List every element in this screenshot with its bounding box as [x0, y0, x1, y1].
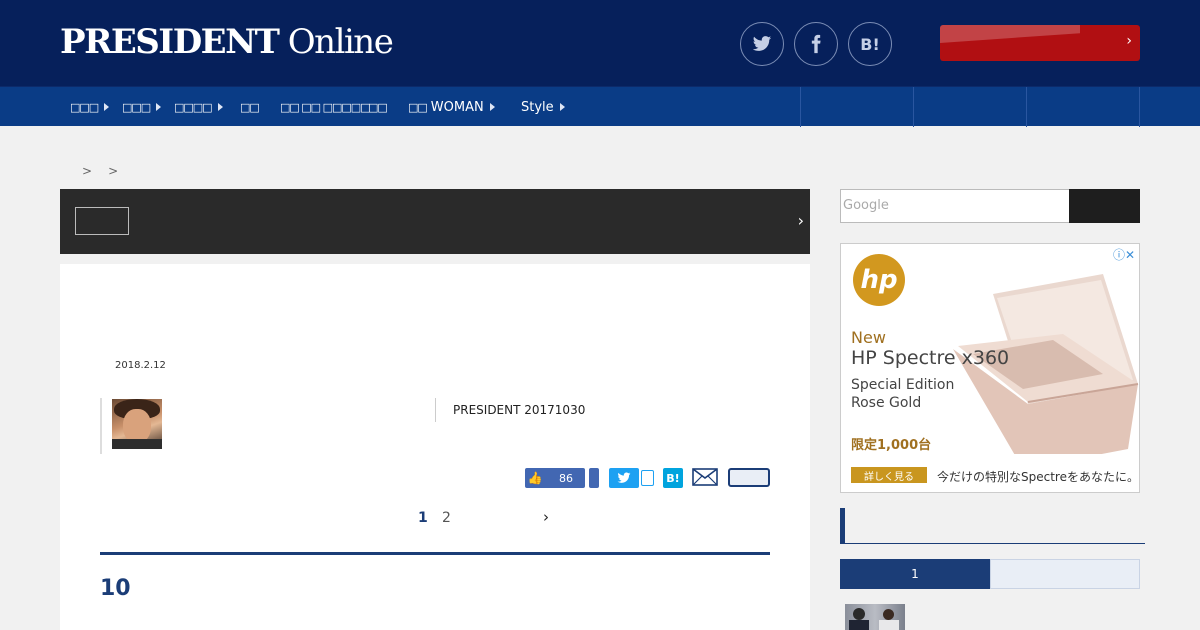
hp-logo: hp	[853, 254, 905, 306]
nav-item-1[interactable]: □□□	[70, 87, 110, 127]
facebook-icon	[811, 34, 821, 54]
page: PRESIDENT Online B! › □□□ □□□ □□□□ □□ □□…	[0, 0, 1200, 630]
ad-edition: Special Edition Rose Gold	[851, 376, 954, 412]
thumb-person-body	[849, 620, 869, 630]
logo-light: Online	[278, 22, 394, 62]
facebook-share-button[interactable]	[589, 468, 599, 488]
breadcrumb-separator: >	[82, 164, 93, 178]
ad-edition-line1: Special Edition	[851, 377, 955, 393]
tweet-count-bubble	[641, 470, 654, 486]
advertisement[interactable]: ⓘ✕ hp New HP Spectre x360 Special Editio…	[840, 243, 1140, 493]
article-card: 2018.2.12 PRESIDENT 20171030 👍 86 B! 1 2…	[60, 264, 810, 630]
thumb-person-body	[879, 620, 899, 630]
section-rule	[100, 552, 770, 555]
nav-item-label: □□□□	[174, 100, 213, 114]
site-logo[interactable]: PRESIDENT Online	[60, 22, 394, 62]
ad-details-button[interactable]: 詳しく見る	[851, 467, 927, 483]
avatar-face	[123, 409, 151, 443]
nav-item-label: □□□	[70, 100, 99, 114]
triangle-right-icon	[489, 103, 495, 111]
nav-utility-1[interactable]	[801, 87, 913, 127]
ranking-thumbnail[interactable]	[845, 604, 905, 630]
nav-item-4[interactable]: □□	[240, 87, 260, 127]
page-1-link[interactable]: 1	[418, 510, 428, 526]
nav-utility-2[interactable]	[914, 87, 1026, 127]
thumb-person-head	[883, 609, 894, 620]
search-input[interactable]: Google	[840, 189, 1070, 223]
nav-item-label: WOMAN	[430, 99, 484, 115]
nav-item-5[interactable]: □□ □□ □□□□□	[280, 87, 371, 127]
like-count: 86	[559, 471, 573, 485]
nav-item-label: □□	[368, 100, 388, 114]
article-source: PRESIDENT 20171030	[453, 403, 586, 417]
ad-limited: 限定1,000台	[851, 438, 932, 453]
ranking-header	[840, 508, 1145, 544]
author-avatar[interactable]	[112, 399, 162, 449]
hatena-bookmark-button[interactable]: B!	[848, 22, 892, 66]
twitter-icon	[752, 36, 772, 51]
nav-item-woman[interactable]: □□ WOMAN	[408, 87, 495, 127]
ranking-tab-1[interactable]: 1	[840, 559, 990, 589]
ad-edition-line2: Rose Gold	[851, 395, 922, 411]
thumb-person-head	[853, 608, 865, 620]
facebook-button[interactable]	[794, 22, 838, 66]
hatena-share-button[interactable]: B!	[663, 468, 683, 488]
ranking-tab-2[interactable]	[990, 559, 1140, 589]
banner-tag	[75, 207, 129, 235]
chevron-right-icon: ›	[797, 211, 804, 230]
page-2-link[interactable]: 2	[442, 510, 451, 526]
triangle-right-icon	[559, 103, 565, 111]
article-date: 2018.2.12	[115, 360, 166, 371]
nav-item-6[interactable]: □□	[368, 87, 388, 127]
nav-item-label: □□	[240, 100, 260, 114]
tweet-button[interactable]	[609, 468, 639, 488]
avatar-shirt	[112, 439, 162, 449]
ad-tagline: 今だけの特別なSpectreをあなたに。	[937, 470, 1139, 484]
triangle-right-icon	[104, 103, 110, 111]
section-number: 10	[100, 576, 131, 601]
nav-item-label: □□□	[122, 100, 151, 114]
email-share-button[interactable]	[692, 468, 718, 488]
mail-icon	[692, 468, 718, 486]
triangle-right-icon	[156, 103, 162, 111]
nav-item-prefix: □□	[408, 100, 428, 114]
breadcrumb: > >	[82, 164, 134, 178]
nav-item-label: Style	[521, 99, 554, 115]
next-page-icon[interactable]: ›	[543, 508, 549, 526]
search-button[interactable]	[1069, 189, 1140, 223]
author-divider	[100, 398, 102, 454]
hatena-bookmark-icon: B!	[666, 471, 680, 485]
nav-utility-3[interactable]	[1027, 87, 1139, 127]
triangle-right-icon	[217, 103, 223, 111]
twitter-button[interactable]	[740, 22, 784, 66]
logo-bold: PRESIDENT	[60, 22, 280, 62]
thumbs-up-icon: 👍	[527, 471, 543, 485]
ad-product-name: HP Spectre x360	[851, 347, 1010, 369]
nav-divider	[1139, 87, 1140, 127]
save-button[interactable]	[728, 468, 770, 487]
chevron-right-icon: ›	[1126, 33, 1132, 49]
nav-item-style[interactable]: Style	[521, 87, 565, 127]
nav-item-label: □□ □□ □□□□□	[280, 100, 371, 114]
source-divider	[435, 398, 436, 422]
header-cta-button[interactable]: ›	[940, 25, 1140, 61]
facebook-like-button[interactable]: 👍 86	[525, 468, 585, 488]
category-banner[interactable]: ›	[60, 189, 810, 254]
global-nav: □□□ □□□ □□□□ □□ □□ □□ □□□□□ □□ □□ WOMAN S…	[0, 86, 1200, 127]
hatena-bookmark-icon: B!	[860, 34, 880, 54]
twitter-icon	[617, 472, 631, 483]
breadcrumb-separator: >	[108, 164, 119, 178]
ad-choices-icon[interactable]: ⓘ✕	[1113, 246, 1135, 263]
nav-item-2[interactable]: □□□	[122, 87, 162, 127]
site-header: PRESIDENT Online B! ›	[0, 0, 1200, 86]
ad-line-new: New	[851, 328, 886, 347]
nav-item-3[interactable]: □□□□	[174, 87, 223, 127]
